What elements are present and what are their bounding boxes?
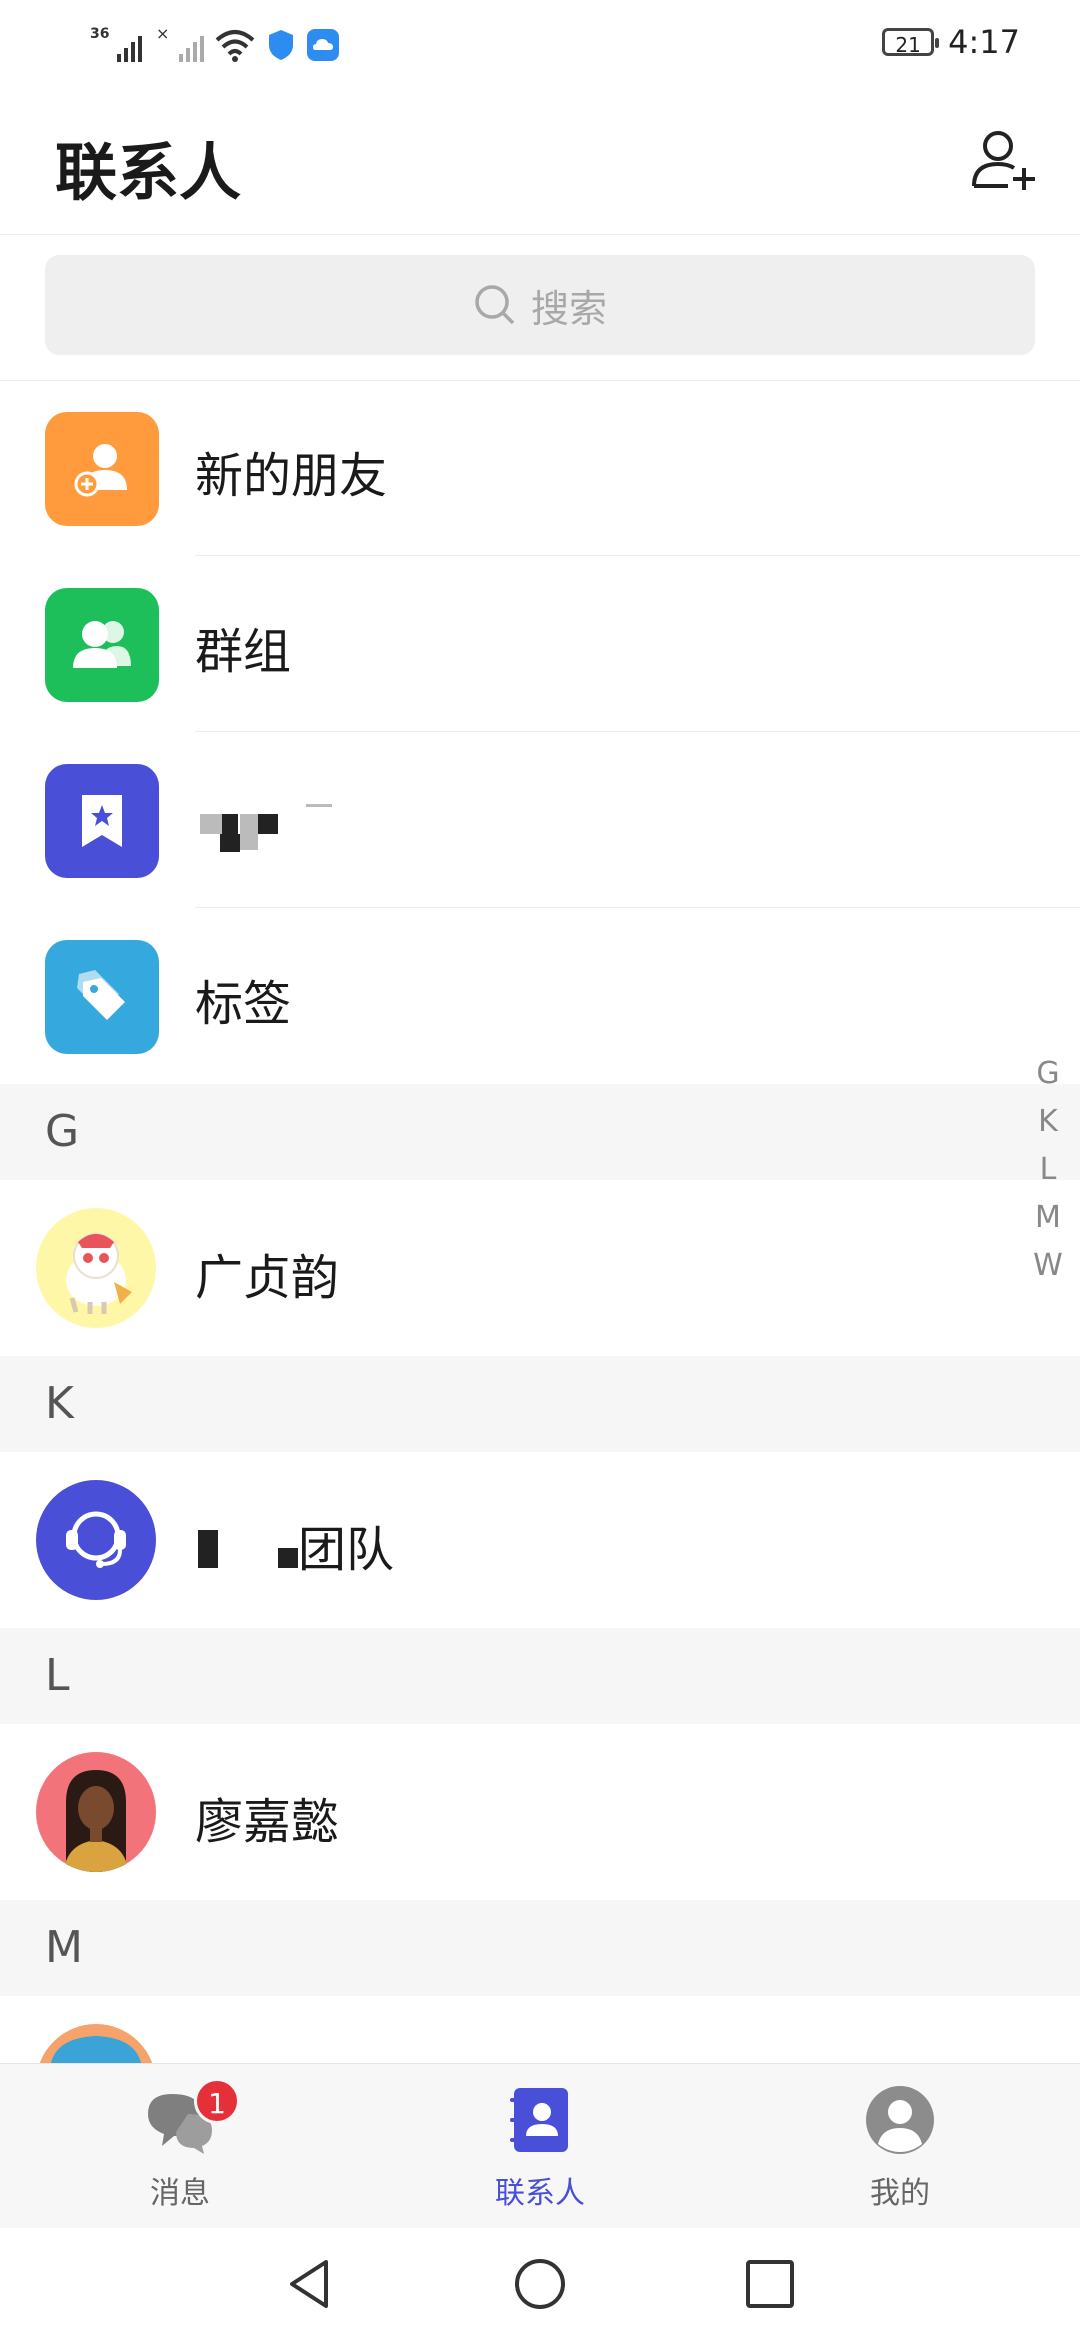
recents-icon[interactable] [742,2256,798,2312]
back-icon[interactable] [282,2256,338,2312]
tab-label: 联系人 [495,2176,585,2211]
search-bar-container: 搜索 [0,235,1080,381]
section-letter: G [45,1106,80,1157]
groups-row[interactable]: 群组 [0,556,1080,732]
tab-label: 我的 [870,2176,930,2211]
bottom-tab-bar: 1 消息 联系人 我的 [0,2063,1080,2229]
contact-row[interactable]: 团队 [0,1452,1080,1628]
new-friend-icon [45,412,159,526]
contact-name: 廖嘉懿 [195,1794,340,1850]
contact-row[interactable] [0,1996,1080,2063]
cellular-signal-icon: 36 [90,26,142,62]
shield-icon [269,30,293,60]
alphabet-index[interactable]: G K L M W [1028,1050,1068,1290]
section-header-k: K [0,1356,1080,1452]
avatar [36,1480,156,1600]
battery-level: 21 [895,33,921,57]
section-letter: K [45,1378,74,1429]
page-title: 联系人 [55,136,242,209]
section-header-l: L [0,1628,1080,1724]
new-friends-row[interactable]: 新的朋友 [0,380,1080,556]
tags-row[interactable]: 标签 [0,908,1080,1084]
new-friends-label: 新的朋友 [195,448,388,504]
section-letter: M [45,1922,83,1973]
contact-row[interactable]: 廖嘉懿 [0,1724,1080,1900]
person-add-icon [972,131,1035,190]
wifi-icon [215,30,255,62]
avatar [36,1208,156,1328]
network-type-label: 36 [90,26,110,42]
app-header: 联系人 [0,84,1080,235]
system-navigation-bar [0,2228,1080,2340]
alphabet-index-item[interactable]: G [1036,1050,1059,1098]
favorites-row[interactable] [0,732,1080,908]
search-placeholder: 搜索 [530,286,607,331]
unread-badge: 1 [194,2078,240,2124]
tab-contacts[interactable]: 联系人 [440,2084,640,2214]
search-input[interactable]: 搜索 [45,255,1035,355]
alphabet-index-item[interactable]: M [1035,1194,1061,1242]
contact-row[interactable]: 广贞韵 [0,1180,1080,1356]
redacted-text [198,1530,218,1568]
group-icon [45,588,159,702]
tab-label: 消息 [150,2176,210,2211]
search-icon [475,285,515,325]
section-header-g: G [0,1084,1080,1180]
status-icons-left: 36 × [90,22,340,62]
contact-name: 广贞韵 [195,1250,340,1306]
contact-name: 团队 [298,1522,395,1578]
section-letter: L [45,1650,70,1701]
no-signal-icon: × [152,24,204,62]
cloud-app-icon [307,29,339,61]
status-icons-right: 21 4:17 [882,18,1020,66]
contacts-book-icon [510,2088,568,2152]
tab-messages[interactable]: 1 消息 [80,2078,280,2214]
home-icon[interactable] [512,2256,568,2312]
avatar [36,1752,156,1872]
avatar [36,2024,156,2063]
alphabet-index-item[interactable]: W [1033,1242,1063,1290]
tab-me[interactable]: 我的 [800,2084,1000,2214]
alphabet-index-item[interactable]: L [1040,1146,1057,1194]
add-contact-button[interactable] [968,124,1040,196]
section-header-m: M [0,1900,1080,1996]
clock: 4:17 [948,23,1020,61]
groups-label: 群组 [195,624,292,680]
status-bar: 36 × 21 4:17 [0,0,1080,84]
bookmark-star-icon [45,764,159,878]
battery-icon: 21 [882,28,940,57]
tag-icon [45,940,159,1054]
alphabet-index-item[interactable]: K [1038,1098,1058,1146]
redacted-text [278,1548,298,1568]
profile-icon [866,2086,934,2154]
tags-label: 标签 [195,976,292,1032]
